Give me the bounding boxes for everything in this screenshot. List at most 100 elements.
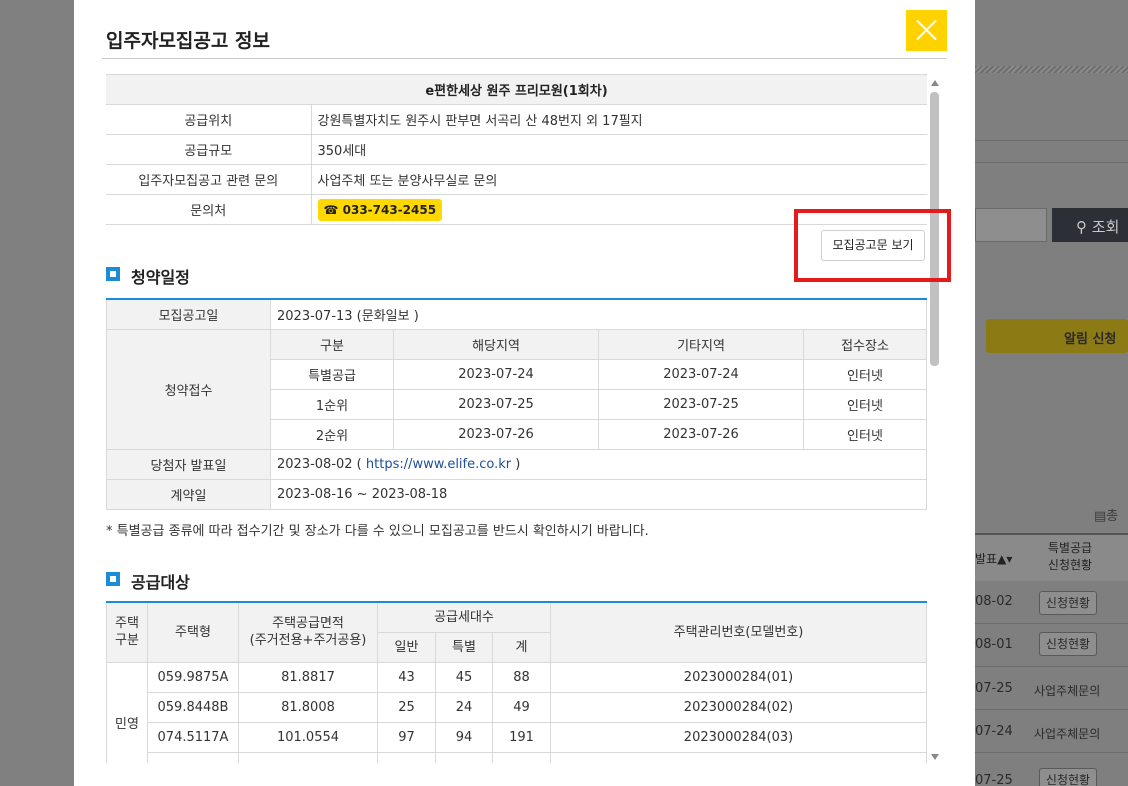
column-header: 주택형 <box>147 601 239 663</box>
table-row: 공급위치 강원특별자치도 원주시 판부면 서곡리 산 48번지 외 17필지 <box>106 104 927 135</box>
table-cell: 특별공급 <box>270 358 394 390</box>
table-row: 당첨자 발표일 2023-08-02 ( https://www.elife.c… <box>106 448 927 480</box>
column-header: 접수장소 <box>803 328 927 360</box>
info-label: 입주자모집공고 관련 문의 <box>106 164 312 195</box>
table-cell: 2023-07-24 <box>598 358 804 390</box>
row-header: 모집공고일 <box>106 298 271 330</box>
table-cell: 059.8448B <box>147 691 239 723</box>
background-col-special: 특별공급 신청현황 <box>1047 541 1093 572</box>
complex-name: e편한세상 원주 프리모원(1회차) <box>106 74 927 105</box>
sort-icon: ▲▾ <box>997 552 1013 566</box>
column-header: 일반 <box>377 631 436 663</box>
table-cell: 2023-07-26 <box>393 418 599 450</box>
supply-table: 주택 구분 주택형 주택공급면적 (주거전용+주거공용) 공급세대수 주택관리번… <box>106 601 927 763</box>
background-status-text: 사업주체문의 <box>1034 684 1101 698</box>
table-cell: 인터넷 <box>803 418 927 450</box>
table-row: 공급규모 350세대 <box>106 134 927 165</box>
table-cell: 49 <box>492 691 551 723</box>
table-cell: 88 <box>492 661 551 693</box>
column-header: 주택관리번호(모델번호) <box>550 601 927 663</box>
notice-info-modal: 입주자모집공고 정보 e편한세상 원주 프리모원(1회차) 공급위치 강원특별자… <box>74 0 975 786</box>
table-cell: 81.8817 <box>238 661 378 693</box>
table-cell: 1순위 <box>270 388 394 420</box>
table-cell: 94 <box>435 721 493 753</box>
background-row-date: 07-25 <box>975 773 1013 786</box>
table-cell <box>492 751 551 763</box>
complex-info-table: e편한세상 원주 프리모원(1회차) 공급위치 강원특별자치도 원주시 판부면 … <box>106 74 927 225</box>
column-header: 기타지역 <box>598 328 804 360</box>
schedule-table: 모집공고일 2023-07-13 (문화일보 ) 청약접수 구분 해당지역 기타… <box>106 298 927 510</box>
table-cell: 2023-07-25 <box>393 388 599 420</box>
info-value: 사업주체 또는 분양사무실로 문의 <box>311 164 927 195</box>
background-status-button[interactable]: 신청현황 <box>1039 591 1097 615</box>
table-cell: 인터넷 <box>803 358 927 390</box>
background-col-announce[interactable]: 발표▲▾ <box>975 550 1012 567</box>
table-row: 074.5117A 101.0554 97 94 191 2023000284(… <box>107 721 927 753</box>
winner-value: 2023-08-02 ( https://www.elife.co.kr ) <box>270 448 927 480</box>
close-button[interactable] <box>906 10 947 51</box>
table-row: 민영 059.9875A 81.8817 43 45 88 2023000284… <box>106 661 927 763</box>
table-row: 입주자모집공고 관련 문의 사업주체 또는 분양사무실로 문의 <box>106 164 927 195</box>
section-title-schedule: 청약일정 <box>106 264 190 288</box>
scroll-up-arrow-icon[interactable] <box>931 80 939 86</box>
table-cell: 101.0554 <box>238 721 378 753</box>
background-row-date: 08-01 <box>975 637 1013 652</box>
table-row: 청약접수 구분 해당지역 기타지역 접수장소 <box>106 328 927 450</box>
background-status-button[interactable]: 신청현황 <box>1039 632 1097 656</box>
modal-title: 입주자모집공고 정보 <box>106 30 270 52</box>
table-row: 모집공고일 2023-07-13 (문화일보 ) <box>106 298 927 330</box>
row-header: 당첨자 발표일 <box>106 448 271 480</box>
background-row-date: 07-25 <box>975 681 1013 696</box>
row-header: 청약접수 <box>106 328 271 450</box>
column-header: 구분 <box>270 328 394 360</box>
row-header: 계약일 <box>106 478 271 510</box>
background-total-label: ▤총 <box>1094 509 1119 524</box>
column-header: 주택 구분 <box>106 601 148 663</box>
table-cell <box>238 751 378 763</box>
table-cell: 25 <box>377 691 436 723</box>
table-cell: 24 <box>435 691 493 723</box>
section-title-supply: 공급대상 <box>106 569 190 593</box>
table-cell: 2023-07-26 <box>598 418 804 450</box>
table-cell <box>435 751 493 763</box>
table-cell <box>377 751 436 763</box>
table-cell: 2023-07-25 <box>598 388 804 420</box>
winner-link[interactable]: https://www.elife.co.kr <box>366 457 511 472</box>
background-divider <box>975 162 1128 163</box>
modal-content: e편한세상 원주 프리모원(1회차) 공급위치 강원특별자치도 원주시 판부면 … <box>106 74 928 763</box>
info-value: 350세대 <box>311 134 927 165</box>
background-row-date: 07-24 <box>975 724 1013 739</box>
background-row-date: 08-02 <box>975 594 1013 609</box>
modal-scrollbar[interactable] <box>928 76 942 766</box>
background-alarm-button[interactable]: 알림 신청 <box>986 319 1128 353</box>
scroll-down-arrow-icon[interactable] <box>931 754 939 760</box>
background-status-button[interactable]: 신청현황 <box>1039 768 1097 786</box>
announce-value: 2023-07-13 (문화일보 ) <box>270 298 927 330</box>
background-search-button[interactable]: ⚲ 조회 <box>1052 208 1128 242</box>
info-label: 공급위치 <box>106 104 312 135</box>
table-cell: 97 <box>377 721 436 753</box>
table-cell: 2023000284(01) <box>550 661 927 693</box>
table-cell: 191 <box>492 721 551 753</box>
schedule-note: * 특별공급 종류에 따라 접수기간 및 장소가 다를 수 있으니 모집공고를 … <box>106 524 649 539</box>
table-cell: 45 <box>435 661 493 693</box>
table-cell: 2023000284(03) <box>550 721 927 753</box>
background-search-input[interactable] <box>975 208 1047 242</box>
table-cell <box>147 751 239 763</box>
view-notice-button[interactable]: 모집공고문 보기 <box>821 230 925 261</box>
info-value: ☎ 033-743-2455 <box>311 194 927 225</box>
background-overlay-left <box>0 0 74 786</box>
table-header-row: 주택 구분 주택형 주택공급면적 (주거전용+주거공용) 공급세대수 주택관리번… <box>106 601 927 663</box>
table-cell: 인터넷 <box>803 388 927 420</box>
background-hatch-divider <box>975 66 1128 73</box>
table-cell: 81.8008 <box>238 691 378 723</box>
table-row: 문의처 ☎ 033-743-2455 <box>106 194 927 225</box>
table-cell: 2023-07-24 <box>393 358 599 390</box>
scrollbar-thumb[interactable] <box>930 92 939 366</box>
contact-phone-badge[interactable]: ☎ 033-743-2455 <box>317 198 443 221</box>
table-cell: 2순위 <box>270 418 394 450</box>
title-divider <box>102 58 947 59</box>
table-row: 계약일 2023-08-16 ~ 2023-08-18 <box>106 478 927 510</box>
info-label: 문의처 <box>106 194 312 225</box>
column-header: 특별 <box>435 631 493 663</box>
